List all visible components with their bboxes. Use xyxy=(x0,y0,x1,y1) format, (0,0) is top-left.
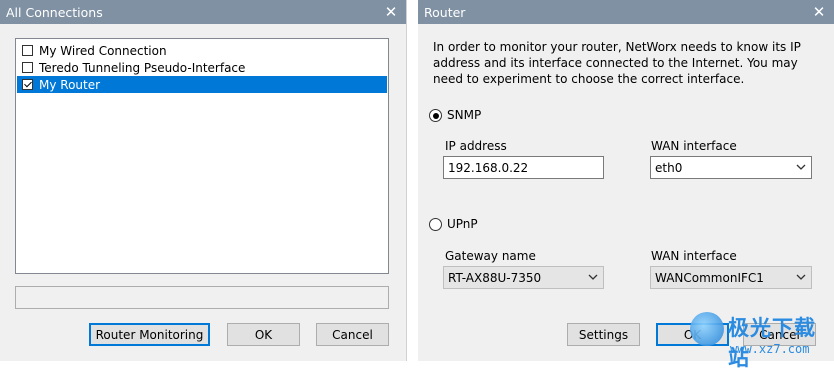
gateway-name-value: RT-AX88U-7350 xyxy=(448,270,542,285)
router-monitoring-button[interactable]: Router Monitoring xyxy=(89,323,210,346)
snmp-wan-value: eth0 xyxy=(655,160,683,175)
intro-text: In order to monitor your router, NetWorx… xyxy=(433,40,801,86)
checkbox[interactable] xyxy=(22,62,33,73)
gateway-name-select[interactable]: RT-AX88U-7350 xyxy=(443,266,604,289)
chevron-down-icon xyxy=(796,274,806,280)
upnp-radio[interactable] xyxy=(429,218,442,231)
gateway-name-label: Gateway name xyxy=(445,249,536,263)
watermark-url: www.xz7.com xyxy=(730,342,810,356)
list-item-label: Teredo Tunneling Pseudo-Interface xyxy=(39,60,246,75)
watermark: 极光下载站 www.xz7.com xyxy=(690,310,830,370)
ip-address-input[interactable]: 192.168.0.22 xyxy=(443,156,604,179)
all-connections-window: All Connections ✕ My Wired Connection Te… xyxy=(0,0,406,361)
ip-address-label: IP address xyxy=(445,139,507,153)
ok-label: OK xyxy=(254,327,273,342)
upnp-wan-label: WAN interface xyxy=(651,249,737,263)
list-item[interactable]: My Router xyxy=(17,76,387,93)
close-icon[interactable]: ✕ xyxy=(376,0,406,24)
list-item-label: My Wired Connection xyxy=(39,43,167,58)
settings-label: Settings xyxy=(578,327,629,342)
checkbox[interactable] xyxy=(22,45,33,56)
upnp-wan-select[interactable]: WANCommonIFC1 xyxy=(650,266,812,289)
snmp-label[interactable]: SNMP xyxy=(447,108,481,122)
watermark-logo-icon xyxy=(690,312,724,346)
window-title: Router xyxy=(424,4,466,20)
settings-button[interactable]: Settings xyxy=(567,323,640,346)
checkbox[interactable] xyxy=(22,79,33,90)
ok-button[interactable]: OK xyxy=(227,323,300,346)
snmp-wan-select[interactable]: eth0 xyxy=(650,156,812,179)
chevron-down-icon xyxy=(588,274,598,280)
upnp-wan-value: WANCommonIFC1 xyxy=(655,270,764,285)
router-monitoring-label: Router Monitoring xyxy=(95,327,204,342)
router-window: Router ✕ In order to monitor your router… xyxy=(418,0,834,361)
upnp-label[interactable]: UPnP xyxy=(447,217,478,231)
title-bar: Router ✕ xyxy=(418,0,834,24)
snmp-wan-label: WAN interface xyxy=(651,139,737,153)
chevron-down-icon xyxy=(796,164,806,170)
snmp-radio[interactable] xyxy=(429,109,442,122)
window-gap xyxy=(406,0,407,361)
status-bar xyxy=(15,286,389,309)
connections-list[interactable]: My Wired Connection Teredo Tunneling Pse… xyxy=(15,38,389,274)
window-title: All Connections xyxy=(6,4,103,20)
cancel-button[interactable]: Cancel xyxy=(316,323,389,346)
ip-address-value: 192.168.0.22 xyxy=(448,160,529,175)
close-icon[interactable]: ✕ xyxy=(804,0,834,24)
cancel-label: Cancel xyxy=(332,327,373,342)
list-item[interactable]: Teredo Tunneling Pseudo-Interface xyxy=(17,59,387,76)
list-item-label: My Router xyxy=(39,77,101,92)
list-item[interactable]: My Wired Connection xyxy=(17,42,387,59)
title-bar: All Connections ✕ xyxy=(0,0,406,24)
